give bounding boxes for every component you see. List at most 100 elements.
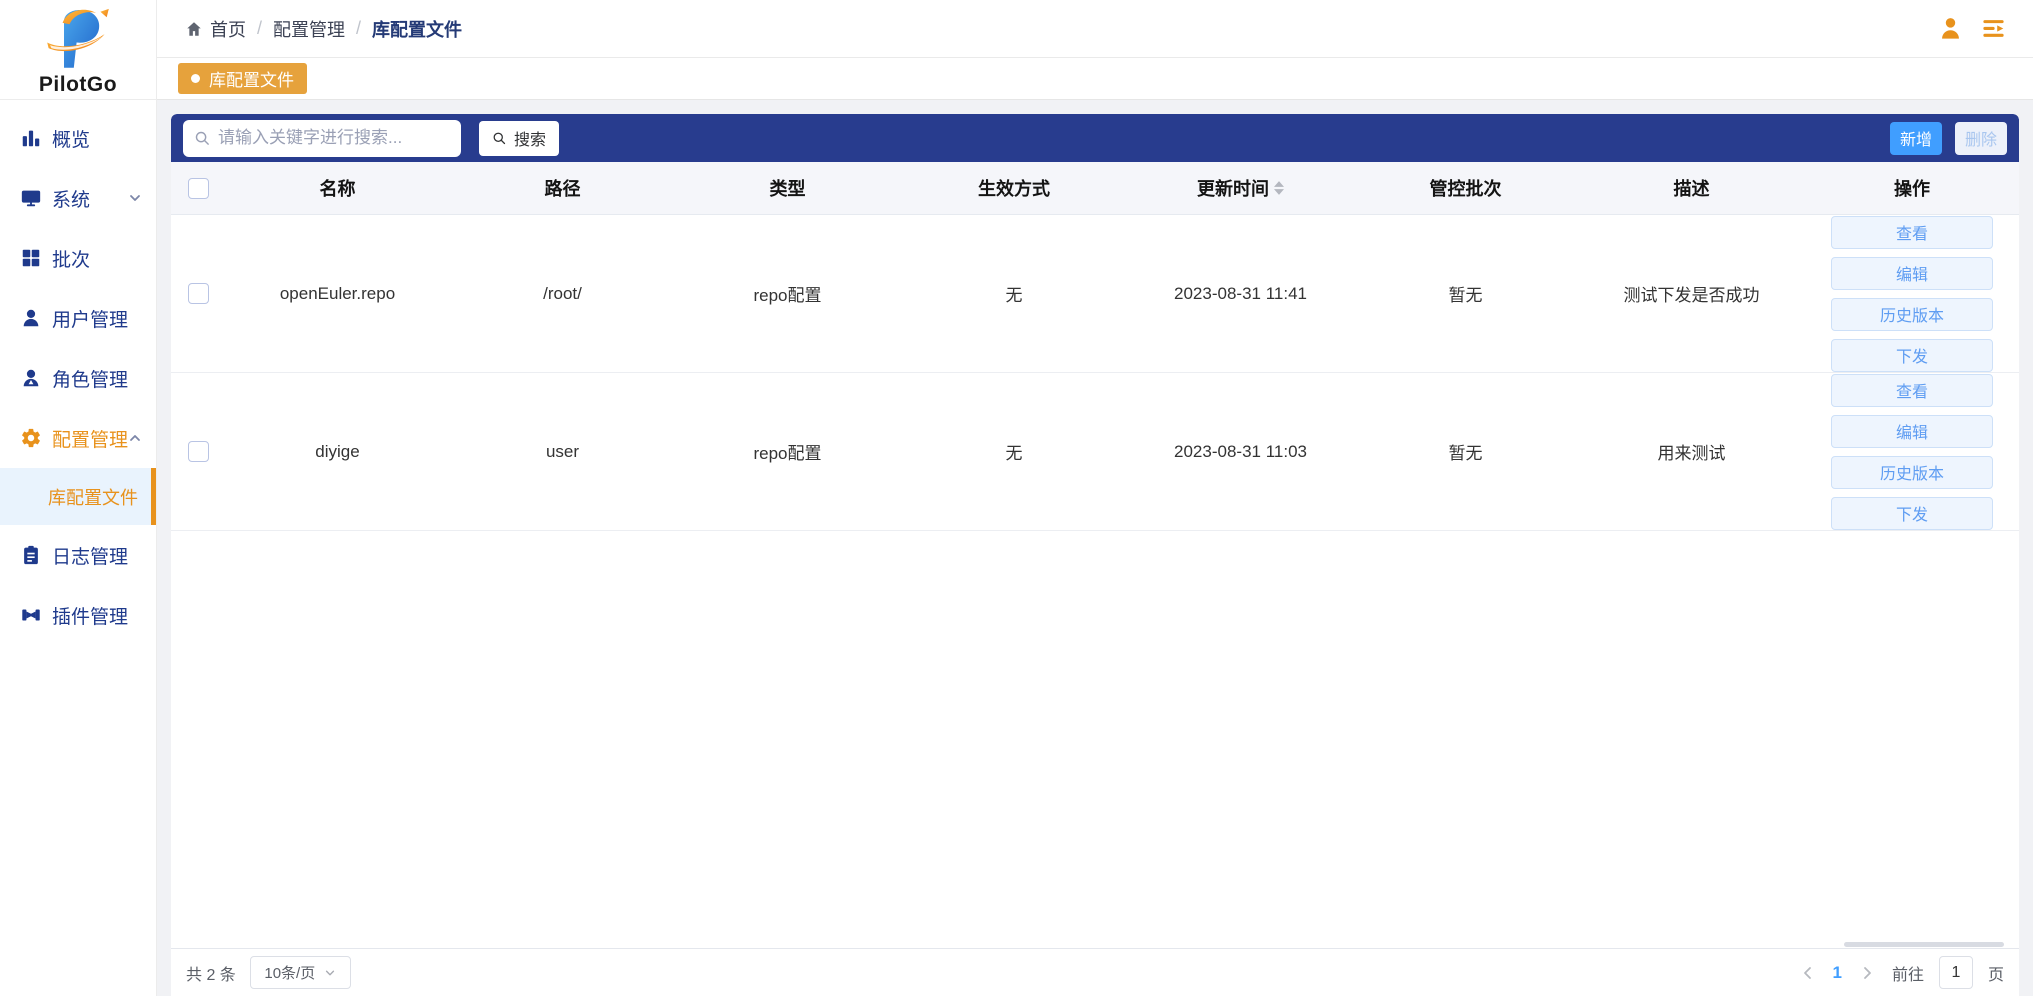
- view-button[interactable]: 查看: [1831, 215, 1993, 249]
- sidebar-item-label: 配置管理: [52, 429, 129, 451]
- breadcrumb-config[interactable]: 配置管理: [273, 16, 345, 42]
- home-icon: [187, 21, 201, 36]
- breadcrumb: 首页 / 配置管理 / 库配置文件: [185, 16, 462, 42]
- sidebar-item-logs[interactable]: 日志管理: [0, 525, 156, 585]
- goto-label: 前往: [1891, 966, 1924, 984]
- profile-icon[interactable]: [1937, 15, 1964, 42]
- sidebar-item-roles[interactable]: 角色管理: [0, 348, 156, 408]
- tab-bar: 库配置文件: [157, 58, 2033, 100]
- table-empty-space: [171, 531, 2019, 948]
- sidebar-item-plugins[interactable]: 插件管理: [0, 585, 156, 645]
- sidebar-item-overview[interactable]: 概览: [0, 108, 156, 168]
- goto-page-input[interactable]: [1938, 956, 1973, 989]
- history-button[interactable]: 历史版本: [1831, 455, 1993, 489]
- sidebar-item-label: 用户管理: [52, 309, 129, 331]
- page-size-select[interactable]: 10条/页: [249, 956, 351, 989]
- column-header-batch: 管控批次: [1429, 179, 1502, 199]
- app-window: PilotGo 概览 系统 批次 用户管理 角色管理 配置管理 库配置文件 日志…: [0, 0, 2033, 996]
- pagination-controls: 1 前往 页: [1798, 956, 2004, 989]
- horizontal-scrollbar-thumb[interactable]: [1844, 942, 2004, 947]
- search-icon: [493, 132, 506, 144]
- page-size-value: 10条/页: [264, 965, 316, 982]
- gear-icon: [22, 428, 40, 448]
- column-header-updated: 更新时间: [1128, 175, 1353, 201]
- top-right-icons: [1937, 15, 2007, 42]
- row-actions: 查看 编辑 历史版本 下发: [1831, 373, 1993, 530]
- table-toolbar: 搜索 新增 删除: [171, 114, 2019, 162]
- breadcrumb-label: 配置管理: [273, 19, 346, 40]
- brand-name: PilotGo: [38, 73, 118, 96]
- chart-icon: [22, 130, 40, 147]
- sidebar-item-system[interactable]: 系统: [0, 168, 156, 228]
- sidebar-item-batch[interactable]: 批次: [0, 228, 156, 288]
- cell-effect: 无: [1005, 286, 1023, 305]
- sidebar-item-config[interactable]: 配置管理: [0, 408, 156, 468]
- column-header-effect: 生效方式: [978, 179, 1050, 199]
- column-header-path: 路径: [544, 179, 581, 199]
- search-box: [183, 119, 461, 157]
- pilotgo-logo-icon: [47, 8, 109, 68]
- sidebar-nav: 概览 系统 批次 用户管理 角色管理 配置管理 库配置文件 日志管理 插件管理: [0, 100, 156, 996]
- search-button[interactable]: 搜索: [479, 120, 560, 156]
- sidebar: PilotGo 概览 系统 批次 用户管理 角色管理 配置管理 库配置文件 日志…: [0, 0, 157, 996]
- collapse-menu-icon[interactable]: [1980, 15, 2007, 42]
- sidebar-subitem-label: 库配置文件: [48, 487, 138, 508]
- pagination-total: 共 2 条: [186, 966, 236, 984]
- row-checkbox[interactable]: [187, 283, 209, 304]
- cell-type: repo配置: [753, 286, 822, 305]
- chevron-left-icon: [1803, 966, 1811, 979]
- row-checkbox[interactable]: [187, 441, 209, 462]
- table-row: diyige user repo配置 无 2023-08-31 11:03 暂无…: [171, 373, 2019, 531]
- next-page-button[interactable]: [1857, 963, 1877, 983]
- deploy-button[interactable]: 下发: [1831, 338, 1993, 372]
- breadcrumb-separator: /: [356, 18, 362, 38]
- edit-button[interactable]: 编辑: [1831, 414, 1993, 448]
- deploy-button[interactable]: 下发: [1831, 496, 1993, 530]
- table-panel: 搜索 新增 删除 名称 路径 类型 生效方式 更新时间: [171, 114, 2019, 996]
- sidebar-item-label: 角色管理: [52, 369, 129, 391]
- view-button[interactable]: 查看: [1831, 373, 1993, 407]
- table-header-row: 名称 路径 类型 生效方式 更新时间 管控批次 描述 操作: [171, 162, 2019, 215]
- sidebar-item-label: 概览: [52, 129, 91, 151]
- cell-name: diyige: [315, 441, 360, 461]
- content-area: 搜索 新增 删除 名称 路径 类型 生效方式 更新时间: [157, 100, 2033, 996]
- cell-type: repo配置: [753, 444, 822, 463]
- sidebar-subitem-repo-config[interactable]: 库配置文件: [0, 468, 156, 525]
- chevron-up-icon: [130, 435, 140, 441]
- cell-effect: 无: [1005, 444, 1023, 463]
- cell-desc: 测试下发是否成功: [1623, 286, 1760, 305]
- cell-batch: 暂无: [1448, 444, 1483, 463]
- cell-batch: 暂无: [1448, 286, 1483, 305]
- breadcrumb-separator: /: [257, 18, 263, 38]
- page-number-1[interactable]: 1: [1833, 963, 1842, 983]
- tab-active-dot-icon: [191, 74, 200, 83]
- history-button[interactable]: 历史版本: [1831, 297, 1993, 331]
- cell-name: openEuler.repo: [279, 283, 396, 303]
- search-button-label: 搜索: [514, 132, 547, 149]
- tab-repo-config[interactable]: 库配置文件: [178, 63, 307, 94]
- cell-updated: 2023-08-31 11:41: [1174, 283, 1307, 303]
- sidebar-item-label: 日志管理: [52, 546, 129, 568]
- user-icon: [23, 309, 39, 327]
- delete-button[interactable]: 删除: [1954, 121, 2007, 155]
- chevron-down-icon: [326, 970, 335, 975]
- search-input[interactable]: [218, 128, 450, 148]
- log-icon: [24, 545, 38, 565]
- add-button[interactable]: 新增: [1889, 121, 1942, 155]
- edit-button[interactable]: 编辑: [1831, 256, 1993, 290]
- search-icon: [195, 131, 209, 145]
- sidebar-item-users[interactable]: 用户管理: [0, 288, 156, 348]
- prev-page-button[interactable]: [1798, 963, 1818, 983]
- breadcrumb-current: 库配置文件: [372, 16, 462, 42]
- sidebar-item-label: 插件管理: [52, 606, 129, 628]
- pagination-bar: 共 2 条 10条/页 1 前往 1 页: [171, 948, 2019, 996]
- breadcrumb-label: 首页: [210, 19, 246, 40]
- table-row: openEuler.repo /root/ repo配置 无 2023-08-3…: [171, 215, 2019, 373]
- monitor-icon: [21, 190, 41, 207]
- column-header-label: 更新时间: [1197, 179, 1269, 199]
- row-actions: 查看 编辑 历史版本 下发: [1831, 215, 1993, 372]
- select-all-checkbox[interactable]: [187, 177, 209, 199]
- breadcrumb-label: 库配置文件: [372, 19, 463, 40]
- sort-carets-icon[interactable]: [1274, 181, 1284, 195]
- breadcrumb-home[interactable]: 首页: [185, 16, 246, 42]
